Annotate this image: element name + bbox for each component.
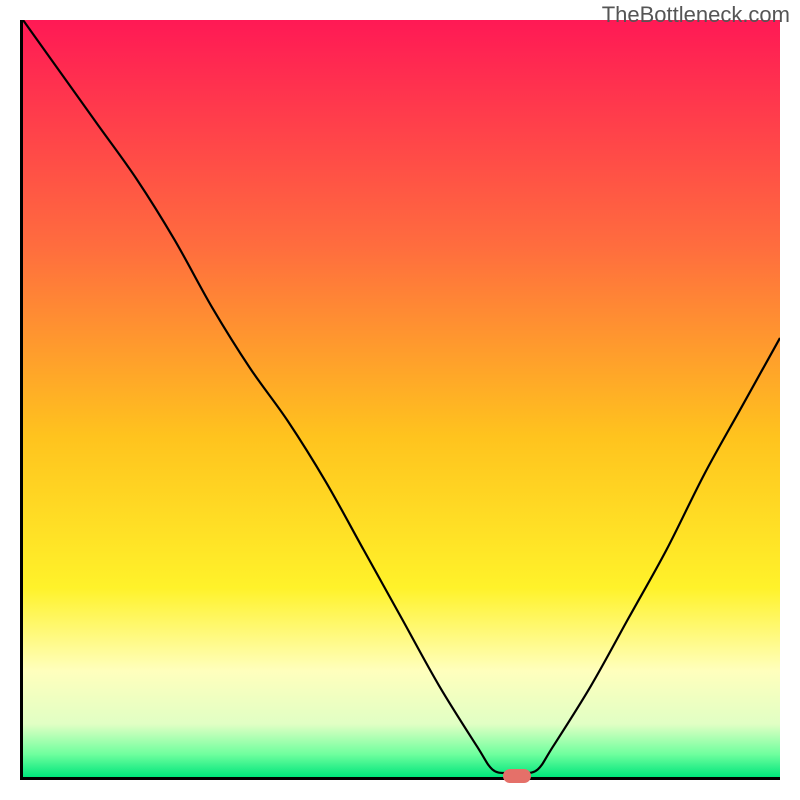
chart-plot-area: [20, 20, 780, 780]
optimal-marker: [503, 769, 531, 783]
watermark-text: TheBottleneck.com: [602, 2, 790, 28]
bottleneck-curve: [23, 20, 780, 777]
